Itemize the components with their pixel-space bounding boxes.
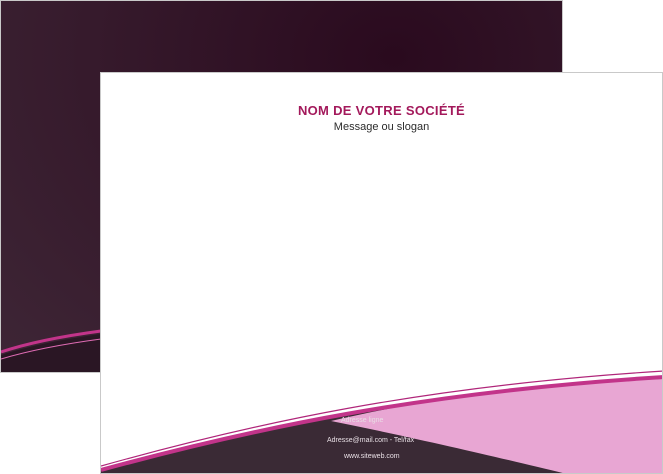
company-slogan: Message ou slogan	[333, 121, 430, 133]
flyer-front-side: NOM DE VOTRE SOCIÉTÉ Message ou slogan A…	[100, 72, 663, 474]
flyer-preview: NOM DE VOTRE SOCIÉTÉ Message ou slogan A…	[0, 0, 663, 474]
website-line: www.siteweb.com	[344, 453, 400, 460]
company-name: NOM DE VOTRE SOCIÉTÉ	[297, 103, 466, 118]
contact-line: Adresse@mail.com - Tel/fax	[327, 437, 415, 444]
address-line: Adresse ligne	[341, 417, 384, 424]
front-wave-decoration	[101, 370, 662, 473]
